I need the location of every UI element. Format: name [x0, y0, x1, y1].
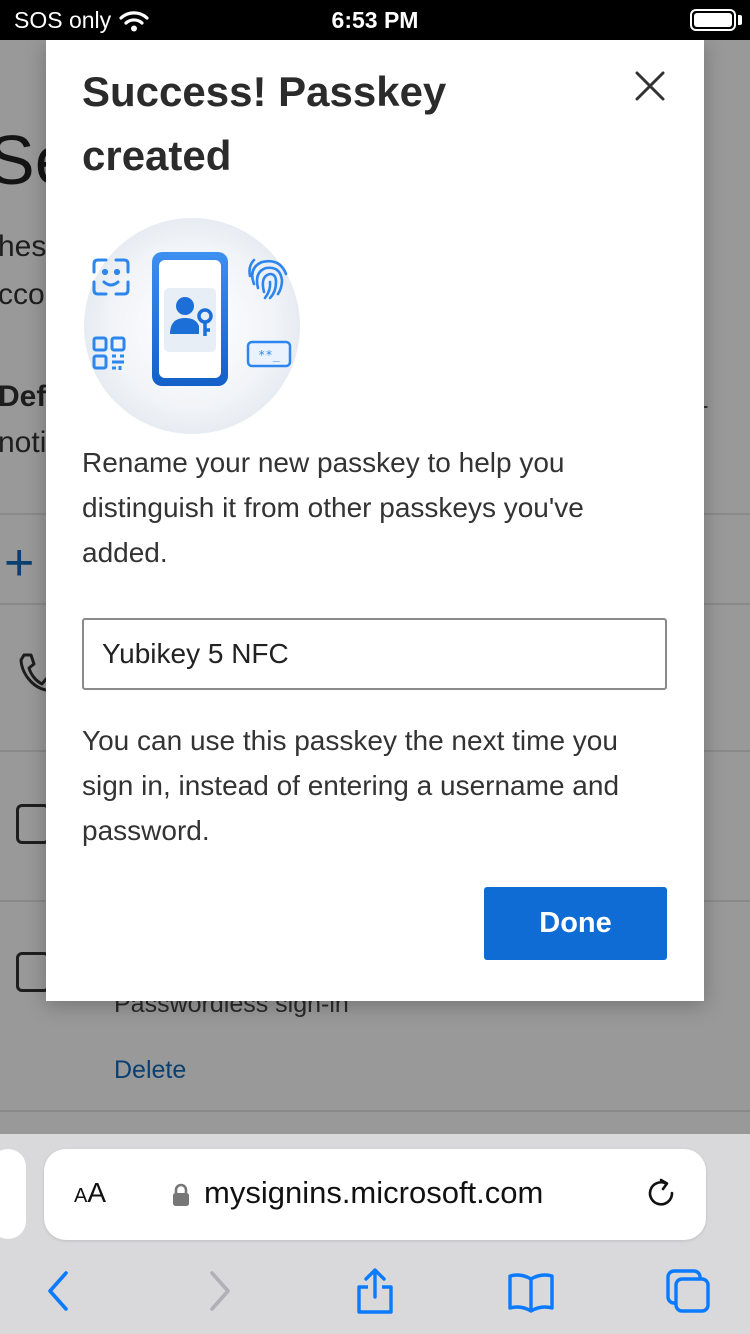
tabs-icon[interactable] [664, 1267, 712, 1315]
share-icon[interactable] [351, 1267, 399, 1315]
bookmarks-icon[interactable] [507, 1267, 555, 1315]
back-icon[interactable] [34, 1267, 82, 1315]
aa-large-label: A [87, 1177, 107, 1208]
previous-tab-peek[interactable] [0, 1149, 26, 1239]
passkey-name-input[interactable] [82, 618, 667, 690]
passkey-success-dialog: Success! Passkey created **_ Rename your… [46, 40, 704, 1001]
address-bar[interactable]: AA mysignins.microsoft.com [44, 1149, 706, 1240]
browser-toolbar: AA mysignins.microsoft.com [0, 1134, 750, 1334]
status-bar: SOS only 6:53 PM [0, 0, 750, 40]
clock: 6:53 PM [331, 7, 419, 33]
passkey-illustration: **_ [84, 218, 300, 434]
pin-pad-icon: **_ [246, 340, 292, 368]
close-icon[interactable] [630, 66, 670, 106]
rename-instructions: Rename your new passkey to help you dist… [82, 447, 584, 568]
reload-icon[interactable] [644, 1176, 680, 1212]
battery-nub [738, 15, 742, 25]
done-button[interactable]: Done [484, 887, 667, 960]
text-size-button[interactable]: AA [74, 1177, 106, 1209]
url-text: mysignins.microsoft.com [204, 1175, 544, 1210]
forward-icon[interactable] [196, 1267, 244, 1315]
lock-icon [173, 1183, 189, 1206]
svg-text:**_: **_ [258, 348, 280, 362]
dialog-title: Success! Passkey created [82, 68, 447, 179]
usage-info-text: You can use this passkey the next time y… [82, 725, 620, 846]
battery-icon [690, 9, 736, 31]
phone-passkey-icon [152, 252, 228, 386]
aa-small-label: A [74, 1185, 88, 1207]
